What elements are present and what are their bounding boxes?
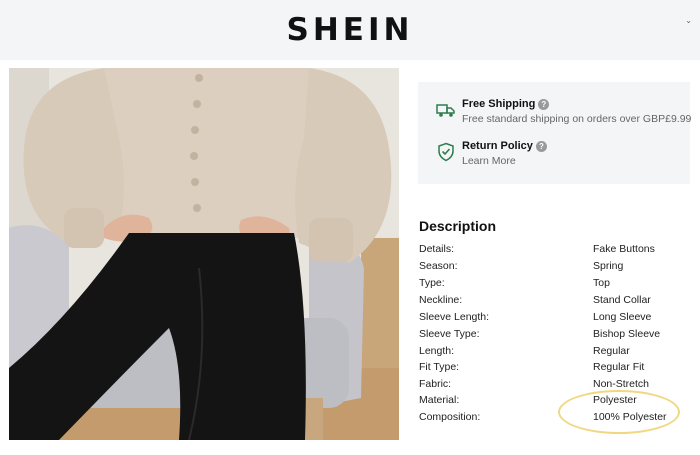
help-icon[interactable]: ?: [538, 99, 550, 110]
attr-value: Non-Stretch: [593, 378, 650, 390]
shein-logo[interactable]: SHEIN: [0, 12, 700, 48]
chevron-down-icon[interactable]: ⌄: [685, 16, 692, 25]
description-row: Sleeve Length: Long Sleeve: [419, 311, 689, 327]
attr-label: Length:: [419, 345, 455, 357]
attr-label: Fit Type:: [419, 361, 460, 373]
description-row: Composition: 100% Polyester: [419, 411, 689, 427]
attr-value: Top: [593, 277, 610, 289]
free-shipping-title: Free Shipping?: [462, 98, 550, 110]
shield-check-icon: [436, 142, 456, 162]
description-row: Fit Type: Regular Fit: [419, 361, 689, 377]
attr-value: Polyester: [593, 394, 637, 406]
attr-value: Fake Buttons: [593, 243, 655, 255]
description-row: Season: Spring: [419, 260, 689, 276]
description-row: Type: Top: [419, 277, 689, 293]
attr-label: Season:: [419, 260, 458, 272]
description-row: Material: Polyester: [419, 394, 689, 410]
attr-label: Material:: [419, 394, 460, 406]
attr-value: Regular Fit: [593, 361, 645, 373]
attr-value: Bishop Sleeve: [593, 328, 661, 340]
attr-label: Fabric:: [419, 378, 452, 390]
description-row: Sleeve Type: Bishop Sleeve: [419, 328, 689, 344]
truck-icon: [436, 100, 456, 120]
product-photo-illustration: [9, 68, 399, 440]
free-shipping-subtitle: Free standard shipping on orders over GB…: [462, 113, 692, 125]
product-image[interactable]: [9, 68, 399, 440]
attr-value: Spring: [593, 260, 624, 272]
return-policy-title: Return Policy?: [462, 140, 547, 152]
description-row: Length: Regular: [419, 345, 689, 361]
attr-label: Sleeve Length:: [419, 311, 490, 323]
description-row: Fabric: Non-Stretch: [419, 378, 689, 394]
attr-label: Details:: [419, 243, 455, 255]
attr-label: Neckline:: [419, 294, 463, 306]
attr-label: Type:: [419, 277, 445, 289]
attr-value: Regular: [593, 345, 630, 357]
shipping-info-box: Free Shipping? Free standard shipping on…: [418, 82, 692, 184]
attr-value: 100% Polyester: [593, 411, 667, 423]
help-icon[interactable]: ?: [535, 141, 547, 152]
description-heading: Description: [419, 218, 497, 234]
attr-value: Long Sleeve: [593, 311, 652, 323]
site-header: SHEIN ⌄: [0, 0, 700, 60]
learn-more-link[interactable]: Learn More: [462, 155, 516, 167]
attr-value: Stand Collar: [593, 294, 651, 306]
attr-label: Composition:: [419, 411, 481, 423]
description-row: Neckline: Stand Collar: [419, 294, 689, 310]
attr-label: Sleeve Type:: [419, 328, 480, 340]
description-row: Details: Fake Buttons: [419, 243, 689, 259]
